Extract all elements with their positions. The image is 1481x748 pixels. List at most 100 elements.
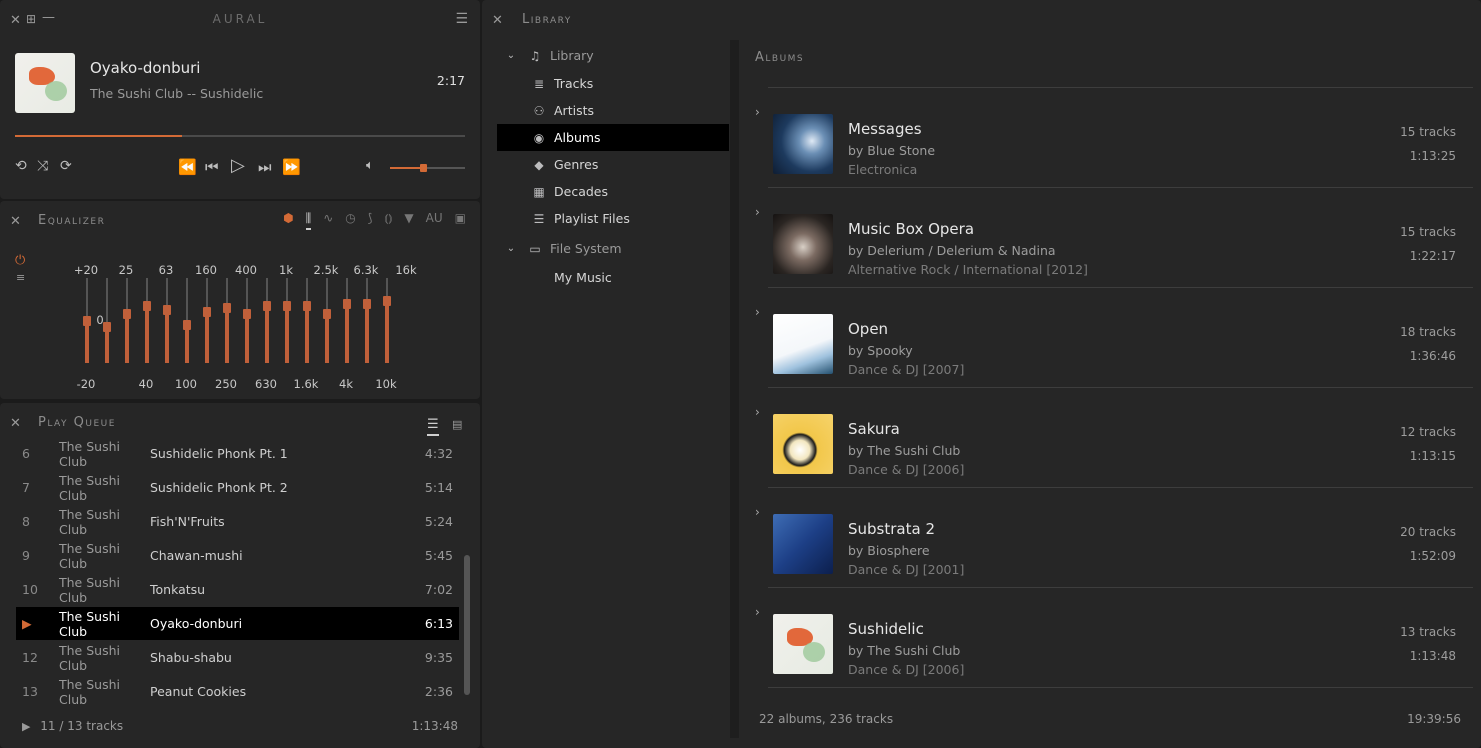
queue-row[interactable]: ▶ The Sushi Club Oyako-donburi 6:13 bbox=[16, 607, 459, 640]
eq-band-slider[interactable] bbox=[263, 278, 271, 363]
split-divider[interactable] bbox=[730, 40, 739, 738]
app-brand: AURAL bbox=[212, 12, 268, 26]
volume-icon[interactable]: 🔈︎ bbox=[366, 158, 374, 173]
tree-filesystem-group[interactable]: ⌄ ▭ File System bbox=[502, 235, 732, 262]
album-row[interactable]: › Substrata 2 by Biosphere Dance & DJ [2001… bbox=[755, 500, 1473, 600]
equalizer-tab-icon[interactable]: ⫼ bbox=[305, 211, 312, 230]
tree-item-genres[interactable]: ◆ Genres bbox=[497, 151, 729, 178]
eq-band-slider[interactable] bbox=[363, 278, 371, 363]
play-icon[interactable]: ▶ bbox=[22, 720, 30, 733]
tracks-icon: ≣ bbox=[533, 76, 545, 91]
delay-icon[interactable]: ⦅⦆ bbox=[384, 211, 392, 230]
eq-band-slider[interactable] bbox=[343, 278, 351, 363]
close-icon[interactable]: ✕ bbox=[492, 13, 503, 28]
eq-band-slider[interactable] bbox=[163, 278, 171, 363]
eq-band-slider[interactable] bbox=[283, 278, 291, 363]
eq-band-knob[interactable] bbox=[323, 309, 331, 320]
eq-band-slider[interactable] bbox=[323, 278, 331, 363]
volume-slider[interactable] bbox=[390, 164, 465, 172]
volume-level bbox=[390, 167, 424, 169]
eq-band-knob[interactable] bbox=[383, 296, 391, 307]
volume-knob[interactable] bbox=[419, 164, 427, 172]
pitch-icon[interactable]: ∿ bbox=[323, 211, 333, 230]
tree-item-playlist-files[interactable]: ☰ Playlist Files bbox=[497, 205, 729, 232]
eq-band-slider[interactable] bbox=[203, 278, 211, 363]
album-row[interactable]: › Sakura by The Sushi Club Dance & DJ [2006… bbox=[755, 400, 1473, 500]
eq-band-knob[interactable] bbox=[243, 309, 251, 320]
play-icon[interactable]: ▷ bbox=[231, 155, 245, 176]
time-icon[interactable]: ◷ bbox=[345, 211, 355, 230]
eq-band-slider[interactable] bbox=[243, 278, 251, 363]
eq-band-slider[interactable] bbox=[303, 278, 311, 363]
rewind-icon[interactable]: ⏪ bbox=[178, 158, 197, 176]
chevron-right-icon[interactable]: › bbox=[755, 505, 760, 519]
queue-row[interactable]: 13 The Sushi Club Peanut Cookies 2:36 bbox=[16, 675, 459, 708]
repeat-icon[interactable]: ⟲ bbox=[15, 158, 27, 174]
audio-units-tab[interactable]: AU bbox=[426, 211, 443, 230]
master-effect-icon[interactable]: ⬢ bbox=[283, 211, 293, 230]
track-title: Chawan-mushi bbox=[150, 548, 243, 563]
eq-band-knob[interactable] bbox=[303, 300, 311, 311]
eq-band-knob[interactable] bbox=[223, 302, 231, 313]
seek-slider[interactable] bbox=[15, 135, 465, 137]
chevron-right-icon[interactable]: › bbox=[755, 405, 760, 419]
eq-band-knob[interactable] bbox=[263, 300, 271, 311]
eq-band-knob[interactable] bbox=[183, 319, 191, 330]
elapsed-time[interactable]: 2:17 bbox=[437, 73, 465, 88]
queue-row[interactable]: 9 The Sushi Club Chawan-mushi 5:45 bbox=[16, 539, 459, 572]
filter-icon[interactable]: ▼ bbox=[404, 211, 413, 230]
tree-item-my-music[interactable]: My Music bbox=[554, 264, 734, 291]
eq-band-fill bbox=[285, 305, 289, 363]
fast-forward-icon[interactable]: ⏩ bbox=[282, 158, 301, 176]
eq-band-slider[interactable] bbox=[143, 278, 151, 363]
tree-item-tracks[interactable]: ≣ Tracks bbox=[497, 70, 729, 97]
previous-track-icon[interactable]: ⏮ bbox=[205, 158, 219, 176]
artists-icon: ⚇ bbox=[533, 103, 545, 118]
recorder-icon[interactable]: ▣ bbox=[455, 211, 466, 230]
chevron-right-icon[interactable]: › bbox=[755, 205, 760, 219]
presets-menu-icon[interactable]: ≡ bbox=[16, 271, 25, 284]
eq-band-slider[interactable] bbox=[123, 278, 131, 363]
chevron-right-icon[interactable]: › bbox=[755, 305, 760, 319]
eq-band-knob[interactable] bbox=[363, 298, 371, 309]
menu-icon[interactable]: ☰ bbox=[455, 11, 468, 27]
tree-item-albums[interactable]: ◉ Albums bbox=[497, 124, 729, 151]
album-row[interactable]: › Messages by Blue Stone Electronica 15 trac… bbox=[755, 100, 1473, 200]
eq-band-knob[interactable] bbox=[283, 300, 291, 311]
next-track-icon[interactable]: ⏭ bbox=[258, 158, 272, 176]
tabular-view-icon[interactable]: ▤ bbox=[452, 418, 462, 431]
queue-row[interactable]: 10 The Sushi Club Tonkatsu 7:02 bbox=[16, 573, 459, 606]
eq-band-slider[interactable] bbox=[223, 278, 231, 363]
queue-scrollbar[interactable] bbox=[464, 555, 470, 695]
eq-band-slider[interactable] bbox=[383, 278, 391, 363]
album-title: Music Box Opera bbox=[848, 220, 975, 238]
list-view-icon[interactable]: ☰ bbox=[427, 417, 439, 436]
queue-row[interactable]: 6 The Sushi Club Sushidelic Phonk Pt. 1 4:3… bbox=[16, 437, 459, 470]
close-icon[interactable]: ✕ bbox=[10, 214, 21, 229]
tree-item-decades[interactable]: ▦ Decades bbox=[497, 178, 729, 205]
shuffle-icon[interactable]: ⤨ bbox=[37, 158, 48, 174]
album-row[interactable]: › Open by Spooky Dance & DJ [2007] 18 tracks… bbox=[755, 300, 1473, 400]
reverb-icon[interactable]: ⟆ bbox=[368, 211, 373, 230]
eq-band-knob[interactable] bbox=[163, 304, 171, 315]
queue-row[interactable]: 7 The Sushi Club Sushidelic Phonk Pt. 2 5:1… bbox=[16, 471, 459, 504]
album-row[interactable]: › Music Box Opera by Delerium / Delerium &… bbox=[755, 200, 1473, 300]
track-artist: The Sushi Club bbox=[59, 676, 120, 707]
chevron-right-icon[interactable]: › bbox=[755, 105, 760, 119]
tree-library-group[interactable]: ⌄ ♫ Library bbox=[502, 42, 732, 69]
eq-band-slider[interactable] bbox=[183, 278, 191, 363]
eq-band-knob[interactable] bbox=[123, 309, 131, 320]
eq-band-knob[interactable] bbox=[143, 300, 151, 311]
track-artist: The Sushi Club bbox=[59, 642, 120, 673]
album-row[interactable]: › Sushidelic by The Sushi Club Dance & DJ [… bbox=[755, 600, 1473, 700]
tree-item-artists[interactable]: ⚇ Artists bbox=[497, 97, 729, 124]
close-icon[interactable]: ✕ bbox=[10, 416, 21, 431]
loop-icon[interactable]: ⟳ bbox=[60, 158, 72, 174]
power-icon[interactable]: ⏻ bbox=[15, 253, 25, 268]
chevron-right-icon[interactable]: › bbox=[755, 605, 760, 619]
eq-band-fill bbox=[205, 312, 209, 363]
queue-row[interactable]: 8 The Sushi Club Fish'N'Fruits 5:24 bbox=[16, 505, 459, 538]
queue-row[interactable]: 12 The Sushi Club Shabu-shabu 9:35 bbox=[16, 641, 459, 674]
eq-band-knob[interactable] bbox=[343, 298, 351, 309]
eq-band-knob[interactable] bbox=[203, 307, 211, 317]
